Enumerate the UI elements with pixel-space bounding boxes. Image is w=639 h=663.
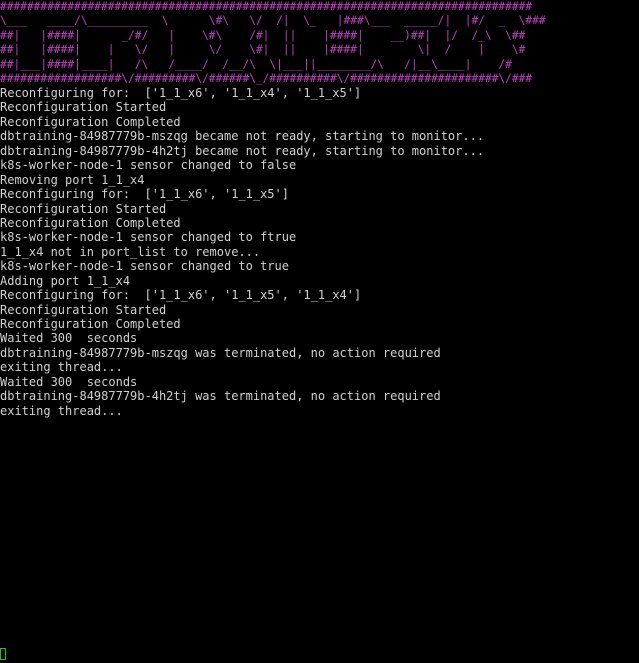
output-line: dbtraining-84987779b-mszqg became not re… bbox=[0, 129, 485, 144]
output-line: Reconfiguring for: ['1_1_x6', '1_1_x4', … bbox=[0, 86, 362, 100]
banner-line: ########################################… bbox=[0, 0, 533, 13]
output-line: k8s-worker-node-1 sensor changed to ftru… bbox=[0, 230, 297, 245]
terminal-output: Reconfiguring for: ['1_1_x6', '1_1_x4', … bbox=[0, 86, 639, 418]
output-line: Reconfiguration Completed bbox=[0, 215, 181, 230]
terminal-cursor[interactable] bbox=[0, 648, 6, 660]
banner-line: ##################\/#########\/######\_/… bbox=[0, 71, 533, 85]
output-line: exiting thread... bbox=[0, 403, 123, 418]
output-line: Reconfiguring for: ['1_1_x6', '1_1_x5'] bbox=[0, 187, 289, 202]
terminal-window[interactable]: ########################################… bbox=[0, 0, 639, 663]
output-line: dbtraining-84987779b-4h2tj became not re… bbox=[0, 143, 485, 158]
output-line: Adding port 1_1_x4 bbox=[0, 273, 131, 288]
output-line: Removing port 1_1_x4 bbox=[0, 172, 145, 187]
output-line: exiting thread... bbox=[0, 360, 123, 375]
banner-line: ##| |####| | \/ | \/ \#| || |####| \| / … bbox=[0, 43, 526, 57]
banner-line: \___ ____/\_________ \ \#\ \/ /| \_ |###… bbox=[0, 14, 546, 28]
ascii-art-banner: ########################################… bbox=[0, 0, 639, 86]
output-line: k8s-worker-node-1 sensor changed to fals… bbox=[0, 158, 297, 173]
banner-line: ##| |####| _/#/ | \#\ /#| || |####| __)#… bbox=[0, 28, 526, 42]
output-line: Waited 300 seconds bbox=[0, 331, 138, 346]
output-line: Reconfiguration Started bbox=[0, 201, 167, 216]
output-line: Reconfiguration Started bbox=[0, 302, 167, 317]
banner-line: ##|___|####|____| /\ /____/ /__/\ \|___|… bbox=[0, 57, 512, 71]
output-line: dbtraining-84987779b-mszqg was terminate… bbox=[0, 345, 441, 360]
output-line: dbtraining-84987779b-4h2tj was terminate… bbox=[0, 389, 441, 404]
output-line: Reconfiguring for: ['1_1_x6', '1_1_x5', … bbox=[0, 288, 362, 303]
output-line: Reconfiguration Started bbox=[0, 100, 167, 115]
output-line: Reconfiguration Completed bbox=[0, 317, 181, 331]
output-line: Reconfiguration Completed bbox=[0, 114, 181, 129]
output-line: Waited 300 seconds bbox=[0, 374, 138, 389]
output-line: k8s-worker-node-1 sensor changed to true bbox=[0, 259, 289, 274]
output-line: 1_1_x4 not in port_list to remove... bbox=[0, 244, 261, 259]
